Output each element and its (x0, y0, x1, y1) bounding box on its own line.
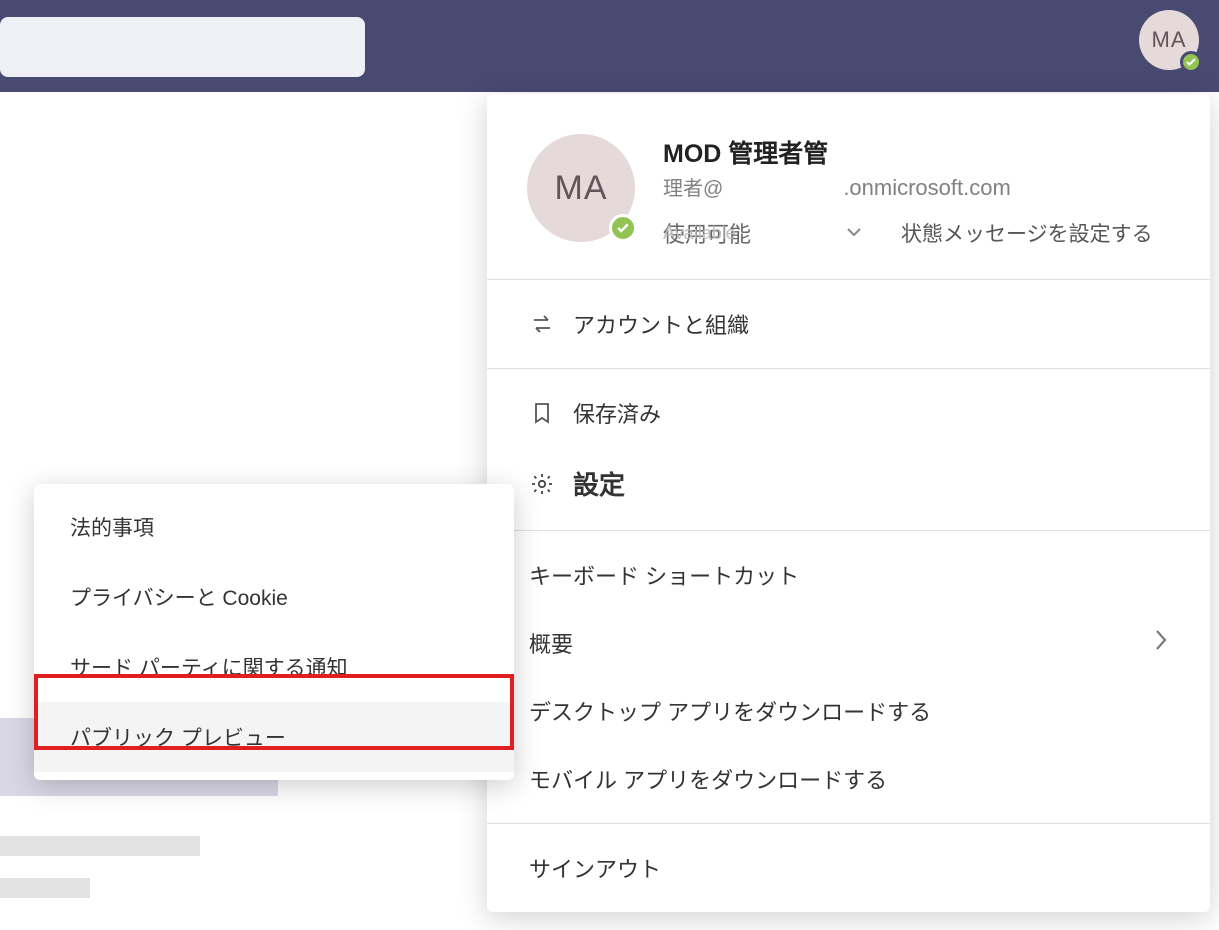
avatar-initials: MA (1152, 27, 1187, 53)
menu-sign-out[interactable]: サインアウト (487, 824, 1210, 912)
presence-available-icon (1180, 51, 1202, 73)
profile-avatar: MA (527, 134, 635, 242)
menu-label: デスクトップ アプリをダウンロードする (529, 695, 931, 727)
menu-settings[interactable]: 設定 (487, 447, 1210, 520)
background-placeholder (0, 878, 90, 898)
menu-download-desktop[interactable]: デスクトップ アプリをダウンロードする (487, 677, 1210, 745)
menu-about[interactable]: 概要 (487, 609, 1210, 677)
menu-label: 保存済み (573, 397, 661, 429)
profile-header: MA MOD 管理者管 理者@ .onmicrosoft.com Availab… (487, 94, 1210, 280)
gear-icon (529, 472, 555, 496)
user-avatar[interactable]: MA (1139, 10, 1199, 70)
profile-email-domain: .onmicrosoft.com (843, 175, 1011, 201)
bookmark-icon (529, 402, 555, 424)
profile-menu: MA MOD 管理者管 理者@ .onmicrosoft.com Availab… (487, 94, 1210, 912)
about-privacy-cookies[interactable]: プライバシーと Cookie (34, 562, 514, 632)
menu-keyboard-shortcuts[interactable]: キーボード ショートカット (487, 541, 1210, 609)
about-public-preview[interactable]: パブリック プレビュー (34, 702, 514, 772)
menu-label: 概要 (529, 627, 573, 659)
profile-email-prefix: 理者@ (663, 172, 723, 201)
about-third-party[interactable]: サード パーティに関する通知 (34, 632, 514, 702)
search-input[interactable] (0, 17, 365, 77)
status-available-en: Available (663, 223, 736, 244)
avatar-initials: MA (555, 169, 608, 208)
presence-available-icon (609, 214, 637, 242)
menu-label: キーボード ショートカット (529, 559, 799, 591)
about-legal[interactable]: 法的事項 (34, 492, 514, 562)
about-submenu: 法的事項 プライバシーと Cookie サード パーティに関する通知 パブリック… (34, 484, 514, 780)
menu-label: アカウントと組織 (573, 308, 749, 340)
swap-icon (529, 314, 555, 334)
status-selector[interactable]: Available (663, 217, 861, 249)
chevron-right-icon (1154, 629, 1168, 657)
title-bar: MA (0, 0, 1219, 92)
menu-label: サインアウト (529, 857, 661, 882)
set-status-message[interactable]: 状態メッセージを設定する (901, 218, 1153, 248)
menu-accounts-orgs[interactable]: アカウントと組織 (487, 290, 1210, 358)
menu-label: 設定 (573, 465, 625, 502)
background-placeholder (0, 836, 200, 856)
menu-download-mobile[interactable]: モバイル アプリをダウンロードする (487, 745, 1210, 813)
menu-label: モバイル アプリをダウンロードする (529, 763, 887, 795)
menu-saved[interactable]: 保存済み (487, 379, 1210, 447)
profile-display-name: MOD 管理者管 (663, 134, 1174, 170)
